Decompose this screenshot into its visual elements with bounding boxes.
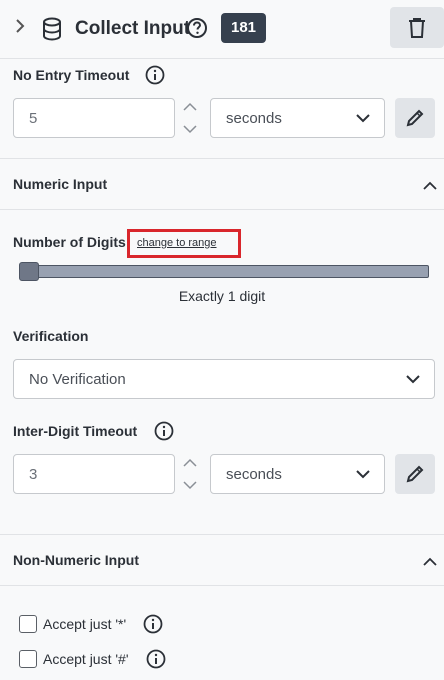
inter-digit-timeout-stepper[interactable] (182, 454, 198, 494)
no-entry-timeout-input[interactable]: 5 (13, 98, 175, 138)
inter-digit-timeout-input[interactable]: 3 (13, 454, 175, 494)
chevron-down-icon (356, 469, 370, 478)
no-entry-timeout-label: No Entry Timeout (13, 67, 130, 83)
accept-star-checkbox[interactable] (19, 615, 37, 633)
accept-hash-label: Accept just '#' (43, 651, 129, 667)
chevron-up-icon[interactable] (422, 554, 438, 566)
slider-value-text: Exactly 1 digit (178, 288, 266, 304)
number-of-digits-label: Number of Digits (13, 234, 126, 250)
node-title: Collect Input (75, 18, 191, 39)
chevron-down-icon (356, 113, 370, 122)
database-icon (42, 17, 64, 41)
divider (0, 585, 444, 586)
verification-select[interactable]: No Verification (13, 359, 435, 399)
numeric-input-section-title: Numeric Input (13, 176, 108, 192)
chevron-right-icon[interactable] (14, 18, 30, 40)
info-icon[interactable] (146, 649, 166, 669)
edit-button[interactable] (395, 98, 435, 138)
chevron-up-icon[interactable] (422, 178, 438, 190)
info-icon[interactable] (154, 421, 174, 441)
no-entry-timeout-stepper[interactable] (182, 98, 198, 138)
edit-button[interactable] (395, 454, 435, 494)
digits-slider-thumb[interactable] (19, 262, 39, 281)
accept-star-label: Accept just '*' (43, 616, 127, 632)
inter-digit-timeout-label: Inter-Digit Timeout (13, 423, 138, 439)
divider (0, 534, 444, 535)
verification-label: Verification (13, 328, 89, 344)
info-icon[interactable] (145, 65, 165, 85)
node-id-badge: 181 (221, 13, 266, 43)
digits-slider-track[interactable] (19, 265, 429, 278)
highlight-box (127, 229, 241, 258)
divider (0, 209, 444, 210)
accept-hash-checkbox[interactable] (19, 650, 37, 668)
divider (0, 158, 444, 159)
pencil-icon (406, 109, 424, 127)
select-value: No Verification (29, 370, 126, 388)
select-value: seconds (226, 465, 282, 483)
select-value: seconds (226, 109, 282, 127)
divider (0, 58, 444, 59)
trash-icon (409, 18, 425, 38)
node-header: Collect Input 181 (0, 0, 444, 58)
non-numeric-input-section-title: Non-Numeric Input (13, 552, 139, 568)
inter-digit-timeout-unit-select[interactable]: seconds (210, 454, 385, 494)
no-entry-timeout-unit-select[interactable]: seconds (210, 98, 385, 138)
pencil-icon (406, 465, 424, 483)
delete-button[interactable] (390, 7, 444, 48)
help-circle-icon[interactable] (186, 17, 208, 39)
info-icon[interactable] (143, 614, 163, 634)
chevron-down-icon (406, 374, 420, 383)
